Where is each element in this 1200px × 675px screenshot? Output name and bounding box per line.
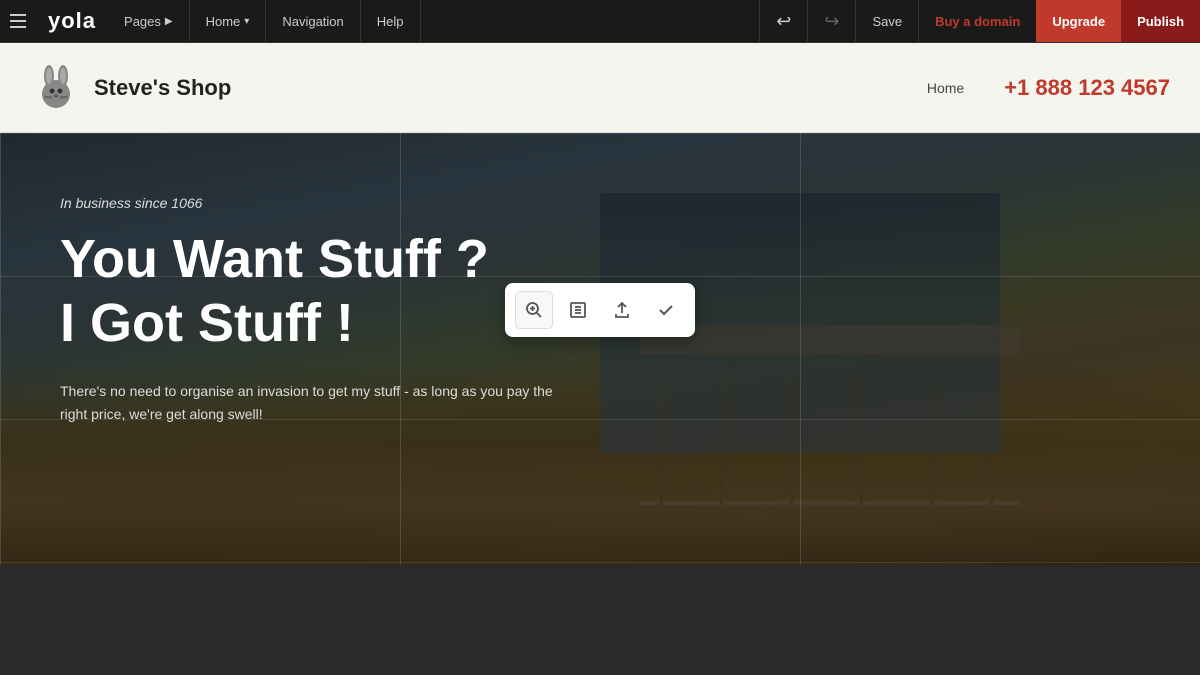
redo-button[interactable]: ↪ [807, 0, 855, 42]
hero-title-line2: I Got Stuff ! [60, 293, 354, 353]
yola-logo-text: yola [48, 8, 96, 34]
hero-description: There's no need to organise an invasion … [60, 380, 580, 425]
site-logo-image [30, 62, 82, 114]
redo-icon: ↪ [824, 11, 839, 32]
hero-desc-text: There's no need to organise an invasion … [60, 383, 553, 421]
publish-button[interactable]: Publish [1121, 0, 1200, 42]
nav-items: Pages ▶ Home ▾ Navigation Help [108, 0, 434, 42]
save-label: Save [872, 14, 902, 29]
top-navigation: yola Pages ▶ Home ▾ Navigation Help ↩ ↪ … [0, 0, 1200, 43]
zoom-button[interactable] [515, 291, 553, 329]
site-nav-home[interactable]: Home [927, 80, 964, 96]
home-arrow-icon: ▾ [244, 16, 249, 27]
pages-label: Pages [124, 14, 161, 29]
site-header: Steve's Shop Home +1 888 123 4567 [0, 43, 1200, 133]
crop-button[interactable] [559, 291, 597, 329]
upgrade-button[interactable]: Upgrade [1036, 0, 1121, 42]
publish-label: Publish [1137, 14, 1184, 29]
hero-section: In business since 1066 You Want Stuff ? … [0, 133, 1200, 565]
hero-title-line1: You Want Stuff ? [60, 229, 489, 289]
home-menu[interactable]: Home ▾ [190, 0, 267, 42]
upgrade-label: Upgrade [1052, 14, 1105, 29]
site-name: Steve's Shop [94, 75, 231, 101]
pages-menu[interactable]: Pages ▶ [108, 0, 190, 42]
home-label: Home [206, 14, 241, 29]
image-toolbar [505, 283, 695, 337]
navigation-label: Navigation [282, 14, 343, 29]
site-logo: Steve's Shop [30, 62, 231, 114]
undo-icon: ↩ [776, 11, 791, 32]
undo-button[interactable]: ↩ [759, 0, 807, 42]
buy-domain-label: Buy a domain [935, 14, 1020, 29]
navigation-menu[interactable]: Navigation [266, 0, 360, 42]
help-menu[interactable]: Help [361, 0, 421, 42]
nav-actions: ↩ ↪ Save Buy a domain Upgrade Publish [759, 0, 1200, 42]
site-navigation: Home +1 888 123 4567 [231, 75, 1170, 101]
hamburger-menu[interactable] [0, 14, 36, 28]
help-label: Help [377, 14, 404, 29]
bottom-section [0, 565, 1200, 675]
confirm-button[interactable] [647, 291, 685, 329]
save-button[interactable]: Save [855, 0, 918, 42]
yola-logo[interactable]: yola [36, 8, 108, 34]
site-phone: +1 888 123 4567 [1004, 75, 1170, 101]
hero-subtitle: In business since 1066 [60, 195, 1140, 211]
pages-arrow-icon: ▶ [165, 16, 173, 27]
share-button[interactable] [603, 291, 641, 329]
buy-domain-button[interactable]: Buy a domain [918, 0, 1036, 42]
